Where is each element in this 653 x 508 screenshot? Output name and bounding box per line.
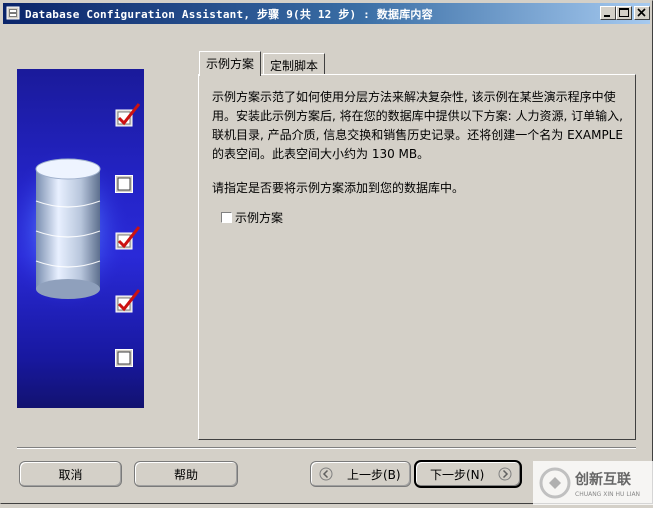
step-checkbox-2 xyxy=(115,175,133,193)
chevron-right-icon xyxy=(498,467,512,481)
window-title: Database Configuration Assistant, 步骤 9(共… xyxy=(25,8,433,21)
close-button[interactable] xyxy=(634,6,650,20)
cancel-label: 取消 xyxy=(58,467,83,482)
tab-custom-scripts[interactable]: 定制脚本 xyxy=(263,53,326,75)
back-label: 上一步(B) xyxy=(347,467,401,482)
help-button[interactable]: 帮助 xyxy=(134,461,238,487)
next-label: 下一步(N) xyxy=(430,467,485,482)
chevron-left-icon xyxy=(319,467,333,481)
sample-schemas-checkbox[interactable]: 示例方案 xyxy=(221,209,283,226)
dialog-window: Database Configuration Assistant, 步骤 9(共… xyxy=(0,0,653,505)
back-button[interactable]: 上一步(B) xyxy=(310,461,411,487)
minimize-button[interactable] xyxy=(600,6,616,20)
close-icon xyxy=(637,8,646,17)
svg-text:CHUANG XIN HU LIAN: CHUANG XIN HU LIAN xyxy=(575,491,640,498)
logo-icon: 创新互联 CHUANG XIN HU LIAN xyxy=(533,461,653,505)
checkmark-icon xyxy=(115,226,141,250)
separator xyxy=(17,447,636,449)
step-checkbox-5 xyxy=(115,349,133,367)
svg-text:创新互联: 创新互联 xyxy=(574,471,632,488)
watermark-logo: 创新互联 CHUANG XIN HU LIAN xyxy=(533,461,653,505)
empty-checkbox-icon xyxy=(115,349,133,367)
checkbox-label[interactable]: 示例方案 xyxy=(235,209,283,226)
maximize-icon xyxy=(619,8,629,17)
checkbox-box[interactable] xyxy=(221,212,232,223)
next-button[interactable]: 下一步(N) xyxy=(415,461,521,487)
step-checkbox-1 xyxy=(115,103,141,127)
wizard-graphic-panel xyxy=(17,69,144,408)
cancel-button[interactable]: 取消 xyxy=(19,461,122,487)
title-bar[interactable]: Database Configuration Assistant, 步骤 9(共… xyxy=(3,3,650,24)
app-icon xyxy=(6,6,20,20)
step-checkbox-3 xyxy=(115,226,141,250)
minimize-icon xyxy=(604,15,610,17)
description-text: 示例方案示范了如何使用分层方法来解决复杂性, 该示例在某些演示程序中使用。安装此… xyxy=(212,90,623,161)
maximize-button[interactable] xyxy=(616,6,632,20)
checkmark-icon xyxy=(115,103,141,127)
prompt-text: 请指定是否要将示例方案添加到您的数据库中。 xyxy=(212,181,465,195)
checkmark-icon xyxy=(115,289,141,313)
step-checkbox-4 xyxy=(115,289,141,313)
help-label: 帮助 xyxy=(173,467,198,482)
tab-sample-schemas[interactable]: 示例方案 xyxy=(199,51,262,76)
empty-checkbox-icon xyxy=(115,175,133,193)
tab-panel: 示例方案示范了如何使用分层方法来解决复杂性, 该示例在某些演示程序中使用。安装此… xyxy=(198,74,636,440)
